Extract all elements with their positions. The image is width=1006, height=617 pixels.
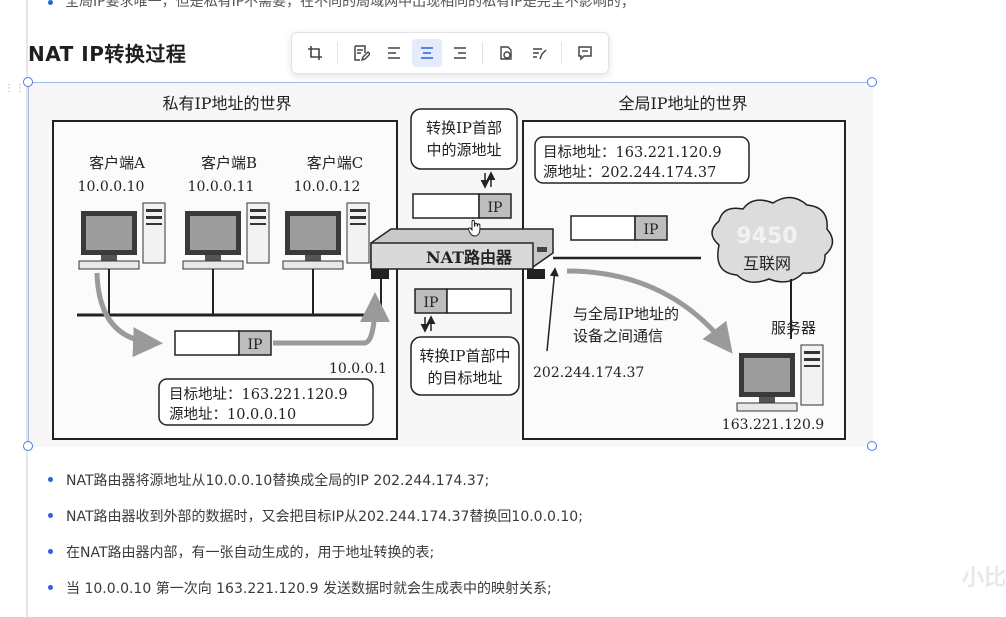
packet-right (570, 215, 636, 241)
nat-diagram: 私有IP地址的世界 全局IP地址的世界 客户端A 10.0.0.10 客户端B … (29, 83, 873, 447)
client-b-ip: 10.0.0.11 (188, 179, 255, 195)
list-item: NAT路由器将源地址从10.0.0.10替换成全局的IP 202.244.174… (48, 470, 583, 506)
left-src-address: 源地址：10.0.0.10 (169, 406, 296, 423)
client-b-name: 客户端B (201, 154, 257, 172)
packet-left-label: IP (248, 337, 263, 353)
convert-destination-line2: 的目标地址 (427, 369, 502, 387)
align-center-button[interactable] (411, 39, 442, 67)
list-item: NAT路由器收到外部的数据时，又会把目标IP从202.244.174.37替换回… (48, 506, 583, 542)
crop-icon (307, 46, 322, 60)
convert-source-line2: 中的源地址 (426, 141, 501, 159)
client-c-ip: 10.0.0.12 (294, 179, 361, 195)
align-right-icon (453, 47, 466, 59)
client-c-name: 客户端C (307, 154, 363, 172)
router-inner-ip: 10.0.0.1 (329, 361, 387, 377)
packet-top-label: IP (488, 200, 503, 216)
client-a-ip: 10.0.0.10 (78, 179, 145, 195)
server-ip: 163.221.120.9 (722, 417, 824, 433)
partial-bullet-text: 全局IP要求唯一，但是私有IP不需要，在不同的局域网中出现相同的私有IP是完全不… (65, 0, 635, 10)
bullet-list: NAT路由器将源地址从10.0.0.10替换成全局的IP 202.244.174… (48, 470, 583, 614)
resize-handle-top-left[interactable] (23, 77, 33, 87)
drag-handle-icon[interactable]: ⋮⋮ (4, 84, 25, 104)
nat-diagram-image[interactable]: 私有IP地址的世界 全局IP地址的世界 客户端A 10.0.0.10 客户端B … (28, 82, 873, 447)
router-outer-ip: 202.244.174.37 (533, 365, 644, 381)
comment-icon (577, 46, 592, 61)
bullet-text: NAT路由器将源地址从10.0.0.10替换成全局的IP 202.244.174… (66, 473, 490, 489)
packet-left (174, 330, 240, 356)
resize-handle-bottom-left[interactable] (23, 441, 33, 451)
align-center-icon (420, 47, 433, 59)
bullet-dot (48, 513, 53, 518)
edit-button[interactable] (346, 39, 376, 67)
convert-source-line1: 转换IP首部 (426, 119, 502, 137)
bullet-text: 在NAT路由器内部，有一张自动生成的，用于地址转换的表; (66, 545, 435, 561)
bullet-dot (48, 549, 53, 554)
corner-watermark: 小比 (961, 566, 1006, 591)
comment-button[interactable] (570, 39, 600, 67)
transform-icon (532, 48, 547, 60)
right-src-address: 源地址：202.244.174.37 (543, 164, 716, 181)
bullet-dot (48, 585, 53, 590)
transform-button[interactable] (524, 39, 554, 67)
client-a-name: 客户端A (89, 154, 145, 172)
right-dst-address: 目标地址：163.221.120.9 (543, 144, 722, 161)
comm-note-line2: 设备之间通信 (573, 327, 663, 345)
align-left-icon (387, 47, 400, 59)
resize-handle-top-right[interactable] (867, 77, 877, 87)
edit-icon (353, 45, 370, 62)
packet-bottom-label: IP (424, 295, 439, 311)
toolbar-separator (482, 42, 483, 64)
global-world-label: 全局IP地址的世界 (618, 94, 747, 113)
image-toolbar (291, 32, 609, 74)
router-label: NAT路由器 (426, 248, 513, 267)
bullet-dot (48, 0, 53, 5)
packet-top (412, 193, 480, 219)
partial-bullet-top: 全局IP要求唯一，但是私有IP不需要，在不同的局域网中出现相同的私有IP是完全不… (48, 0, 635, 11)
list-item: 在NAT路由器内部，有一张自动生成的，用于地址转换的表; (48, 542, 583, 578)
server-label: 服务器 (771, 319, 816, 337)
convert-destination-line1: 转换IP首部中 (419, 347, 510, 365)
crop-button[interactable] (300, 39, 330, 67)
internet-label: 互联网 (743, 254, 791, 273)
hand-cursor-icon (468, 219, 481, 237)
section-heading: NAT IP转换过程 (28, 42, 187, 66)
toolbar-separator (561, 42, 562, 64)
bullet-text: 当 10.0.0.10 第一次向 163.221.120.9 发送数据时就会生成… (66, 581, 552, 597)
align-left-button[interactable] (379, 39, 409, 67)
comm-note-line1: 与全局IP地址的 (573, 305, 679, 323)
list-item: 当 10.0.0.10 第一次向 163.221.120.9 发送数据时就会生成… (48, 578, 583, 614)
bullet-text: NAT路由器收到外部的数据时，又会把目标IP从202.244.174.37替换回… (66, 509, 583, 525)
left-dst-address: 目标地址：163.221.120.9 (169, 386, 348, 403)
link-button[interactable] (491, 39, 521, 67)
bullet-dot (48, 477, 53, 482)
cloud-watermark: 9450 (736, 224, 797, 249)
toolbar-separator (337, 42, 338, 64)
packet-right-label: IP (644, 222, 659, 238)
resize-handle-bottom-right[interactable] (867, 441, 877, 451)
link-icon (499, 46, 512, 60)
convert-source-box (410, 108, 518, 170)
align-right-button[interactable] (445, 39, 475, 67)
private-world-label: 私有IP地址的世界 (162, 94, 291, 113)
